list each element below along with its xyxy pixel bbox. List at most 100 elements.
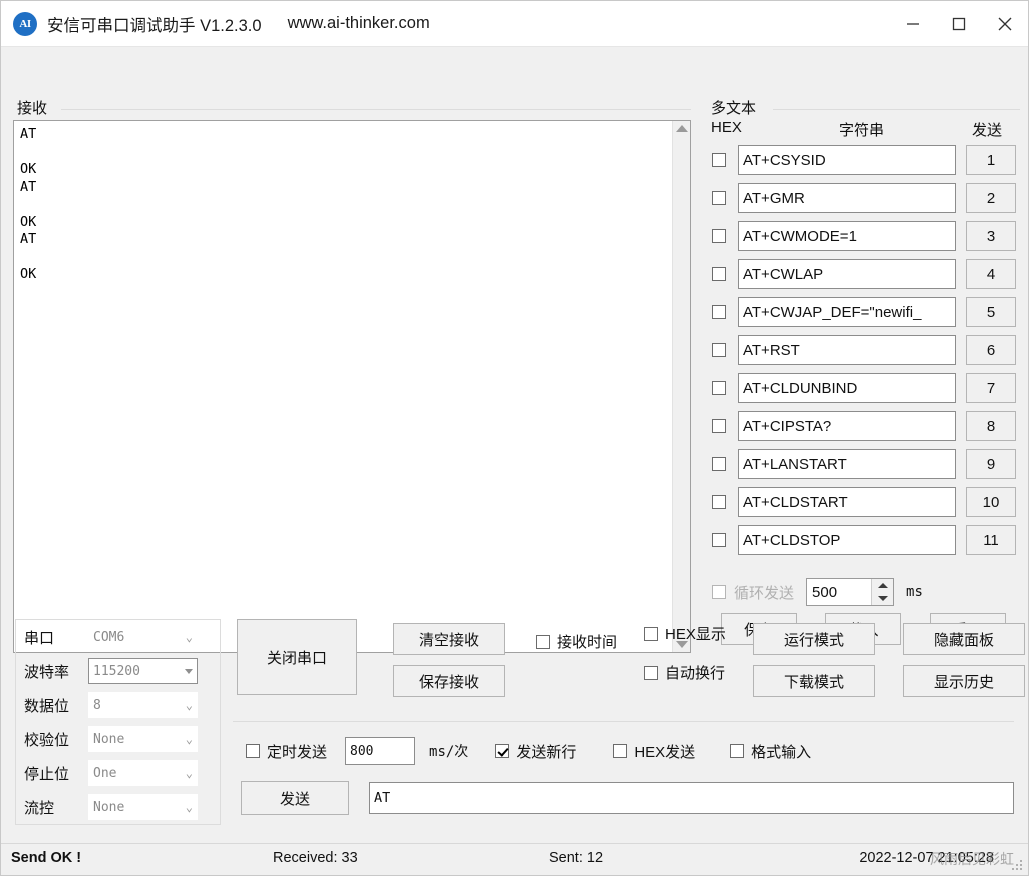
macro-hex-checkbox[interactable]: [712, 267, 726, 281]
format-input-option: 格式输入: [725, 741, 811, 762]
macro-command-input[interactable]: AT+LANSTART: [738, 449, 956, 479]
loop-interval-spin-buttons[interactable]: [871, 579, 893, 605]
macro-send-button[interactable]: 5: [966, 297, 1016, 327]
macro-hex-checkbox[interactable]: [712, 495, 726, 509]
baud-rate-select[interactable]: 115200: [88, 658, 198, 684]
run-mode-button[interactable]: 运行模式: [753, 623, 875, 655]
macro-send-button[interactable]: 6: [966, 335, 1016, 365]
timed-send-checkbox[interactable]: [246, 744, 260, 758]
hex-display-option: HEX显示: [639, 623, 726, 644]
loop-interval-stepper[interactable]: 500: [806, 578, 894, 606]
multitext-group-label: 多文本: [707, 97, 760, 118]
macro-row: AT+CWLAP 4: [707, 255, 1020, 293]
macro-hex-checkbox[interactable]: [712, 381, 726, 395]
macro-command-input[interactable]: AT+CLDSTART: [738, 487, 956, 517]
macro-command-input[interactable]: AT+CLDSTOP: [738, 525, 956, 555]
loop-send-checkbox[interactable]: [712, 585, 726, 599]
hex-send-option: HEX发送: [608, 741, 695, 762]
minimize-icon[interactable]: [890, 1, 936, 47]
receive-group-label: 接收: [13, 97, 51, 118]
format-input-checkbox[interactable]: [730, 744, 744, 758]
macro-command-input[interactable]: AT+CIPSTA?: [738, 411, 956, 441]
macro-send-button[interactable]: 1: [966, 145, 1016, 175]
resize-grip-icon[interactable]: [1012, 860, 1024, 872]
serial-port-select[interactable]: COM6 ⌄: [88, 624, 198, 650]
scroll-up-arrow-icon[interactable]: [676, 125, 688, 132]
macro-send-button[interactable]: 8: [966, 411, 1016, 441]
stop-bits-select[interactable]: One ⌄: [88, 760, 198, 786]
macro-hex-checkbox[interactable]: [712, 191, 726, 205]
chevron-down-icon: ⌄: [186, 630, 193, 644]
macro-send-button[interactable]: 4: [966, 259, 1016, 289]
status-message: Send OK !: [11, 850, 81, 866]
app-url-label: www.ai-thinker.com: [288, 14, 430, 33]
macro-command-input[interactable]: AT+CWMODE=1: [738, 221, 956, 251]
receive-time-checkbox[interactable]: [536, 635, 550, 649]
macro-command-input[interactable]: AT+GMR: [738, 183, 956, 213]
loop-send-label: 循环发送: [734, 582, 794, 603]
baud-rate-value: 115200: [93, 664, 185, 679]
macro-send-button[interactable]: 11: [966, 525, 1016, 555]
multi-text-panel: 多文本 HEX 字符串 发送 AT+CSYSID1AT+GMR2AT+CWMOD…: [701, 47, 1028, 609]
hex-send-checkbox[interactable]: [613, 744, 627, 758]
newline-option: 发送新行: [490, 741, 576, 762]
parity-select[interactable]: None ⌄: [88, 726, 198, 752]
macro-hex-checkbox[interactable]: [712, 419, 726, 433]
timed-send-option: 定时发送: [241, 741, 327, 762]
macro-hex-checkbox[interactable]: [712, 305, 726, 319]
parity-row: 校验位 None ⌄: [24, 722, 220, 756]
stop-bits-value: One: [93, 766, 186, 781]
macro-hex-checkbox[interactable]: [712, 533, 726, 547]
macro-row: AT+CLDSTART 10: [707, 483, 1020, 521]
app-title: 安信可串口调试助手 V1.2.3.0: [47, 12, 262, 36]
panel-buttons-group: 隐藏面板 显示历史: [903, 623, 1025, 697]
hex-send-label: HEX发送: [634, 741, 695, 762]
data-bits-select[interactable]: 8 ⌄: [88, 692, 198, 718]
macro-send-button[interactable]: 2: [966, 183, 1016, 213]
macro-command-input[interactable]: AT+CWJAP_DEF="newifi_: [738, 297, 956, 327]
spin-up-icon[interactable]: [878, 583, 888, 588]
send-button[interactable]: 发送: [241, 781, 349, 815]
send-input[interactable]: AT: [369, 782, 1014, 814]
save-receive-button[interactable]: 保存接收: [393, 665, 505, 697]
macro-command-input[interactable]: AT+RST: [738, 335, 956, 365]
macro-row: AT+CSYSID 1: [707, 141, 1020, 179]
format-input-label: 格式输入: [751, 741, 811, 762]
show-history-button[interactable]: 显示历史: [903, 665, 1025, 697]
macro-hex-checkbox[interactable]: [712, 343, 726, 357]
receive-scrollbar[interactable]: [672, 121, 690, 652]
macro-send-button[interactable]: 7: [966, 373, 1016, 403]
macro-hex-checkbox[interactable]: [712, 153, 726, 167]
send-interval-input[interactable]: 800: [345, 737, 415, 765]
middle-controls-group: 关闭串口 清空接收 保存接收 接收时间 HEX显示 自动换行: [233, 619, 1014, 715]
macro-row: AT+CWJAP_DEF="newifi_ 5: [707, 293, 1020, 331]
hex-display-checkbox[interactable]: [644, 627, 658, 641]
serial-port-value: COM6: [93, 630, 186, 645]
macro-command-input[interactable]: AT+CSYSID: [738, 145, 956, 175]
macro-send-button[interactable]: 3: [966, 221, 1016, 251]
flow-control-select[interactable]: None ⌄: [88, 794, 198, 820]
maximize-icon[interactable]: [936, 1, 982, 47]
receive-buttons-stack: 清空接收 保存接收: [393, 623, 505, 697]
auto-wrap-checkbox[interactable]: [644, 666, 658, 680]
macro-send-button[interactable]: 10: [966, 487, 1016, 517]
spin-down-icon[interactable]: [878, 596, 888, 601]
macro-command-input[interactable]: AT+CLDUNBIND: [738, 373, 956, 403]
clear-receive-button[interactable]: 清空接收: [393, 623, 505, 655]
macro-header-send: 发送: [972, 119, 1002, 140]
macro-hex-checkbox[interactable]: [712, 229, 726, 243]
download-mode-button[interactable]: 下载模式: [753, 665, 875, 697]
receive-time-option: 接收时间: [531, 631, 617, 652]
stop-bits-row: 停止位 One ⌄: [24, 756, 220, 790]
title-bar: AI 安信可串口调试助手 V1.2.3.0 www.ai-thinker.com: [1, 1, 1028, 47]
send-newline-checkbox[interactable]: [495, 744, 509, 758]
toggle-port-button[interactable]: 关闭串口: [237, 619, 357, 695]
loop-interval-value[interactable]: 500: [807, 584, 871, 601]
macro-command-input[interactable]: AT+CWLAP: [738, 259, 956, 289]
macro-send-button[interactable]: 9: [966, 449, 1016, 479]
hide-panel-button[interactable]: 隐藏面板: [903, 623, 1025, 655]
receive-textarea[interactable]: AT OK AT OK AT OK: [14, 121, 672, 652]
macro-hex-checkbox[interactable]: [712, 457, 726, 471]
close-icon[interactable]: [982, 1, 1028, 47]
macro-row: AT+CLDSTOP 11: [707, 521, 1020, 559]
